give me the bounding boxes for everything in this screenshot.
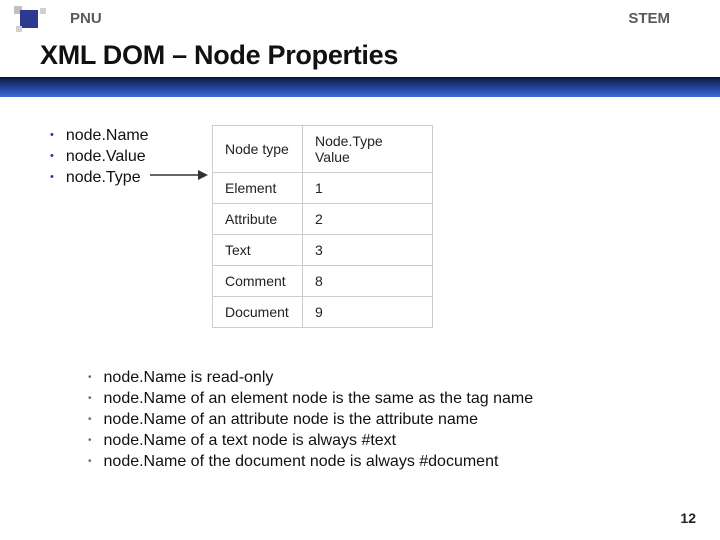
table-cell: 8: [303, 266, 433, 297]
page-number: 12: [680, 510, 696, 526]
list-item-label: node.Name of a text node is always #text: [104, 432, 397, 450]
table-header-cell: Node type: [213, 126, 303, 173]
bullet-icon: •: [88, 435, 92, 446]
table-cell: 3: [303, 235, 433, 266]
bullet-icon: •: [88, 372, 92, 383]
table-cell: Document: [213, 297, 303, 328]
list-item-label: node.Value: [66, 148, 146, 166]
bullet-icon: •: [88, 456, 92, 467]
title-underline-bar: [0, 77, 720, 97]
bullet-icon: •: [50, 150, 54, 162]
table-row: Element1: [213, 173, 433, 204]
bullet-icon: •: [50, 171, 54, 183]
list-item-label: node.Name of the document node is always…: [104, 453, 499, 471]
list-item-label: node.Type: [66, 169, 141, 187]
notes-list: • node.Name is read-only • node.Name of an…: [88, 369, 533, 474]
table-cell: Element: [213, 173, 303, 204]
header-left-label: PNU: [70, 10, 102, 27]
bullet-icon: •: [88, 393, 92, 404]
list-item-label: node.Name of an attribute node is the at…: [104, 411, 478, 429]
table-header-cell: Node.Type Value: [303, 126, 433, 173]
slide-title: XML DOM – Node Properties: [0, 36, 720, 77]
slide-content: •node.Name •node.Value •node.Type Node t…: [0, 97, 720, 127]
list-item: • node.Name: [50, 127, 149, 145]
table-cell: Text: [213, 235, 303, 266]
node-type-table: Node type Node.Type Value Element1 Attri…: [212, 125, 433, 328]
table-cell: 9: [303, 297, 433, 328]
properties-list: • node.Name • node.Value • node.Type: [50, 127, 149, 190]
table-row: Text3: [213, 235, 433, 266]
bullet-icon: •: [88, 414, 92, 425]
list-item: • node.Name of an attribute node is the a…: [88, 411, 533, 429]
table-row: Node type Node.Type Value: [213, 126, 433, 173]
arrow-icon: [150, 167, 210, 183]
table-row: Attribute2: [213, 204, 433, 235]
list-item-label: node.Name is read-only: [104, 369, 274, 387]
list-item-label: node.Name of an element node is the same…: [104, 390, 534, 408]
list-item: • node.Name of an element node is the sam…: [88, 390, 533, 408]
list-item-label: node.Name: [66, 127, 149, 145]
list-item: • node.Type: [50, 169, 149, 187]
list-item: • node.Value: [50, 148, 149, 166]
table-cell: Attribute: [213, 204, 303, 235]
table-cell: 2: [303, 204, 433, 235]
slide-header: PNU STEM: [0, 0, 720, 36]
list-item: • node.Name of the document node is alway…: [88, 453, 533, 471]
table-cell: Comment: [213, 266, 303, 297]
table-row: Comment8: [213, 266, 433, 297]
header-right-label: STEM: [628, 10, 670, 27]
list-item: • node.Name of a text node is always #tex…: [88, 432, 533, 450]
list-item: • node.Name is read-only: [88, 369, 533, 387]
table-cell: 1: [303, 173, 433, 204]
table-row: Document9: [213, 297, 433, 328]
bullet-icon: •: [50, 129, 54, 141]
